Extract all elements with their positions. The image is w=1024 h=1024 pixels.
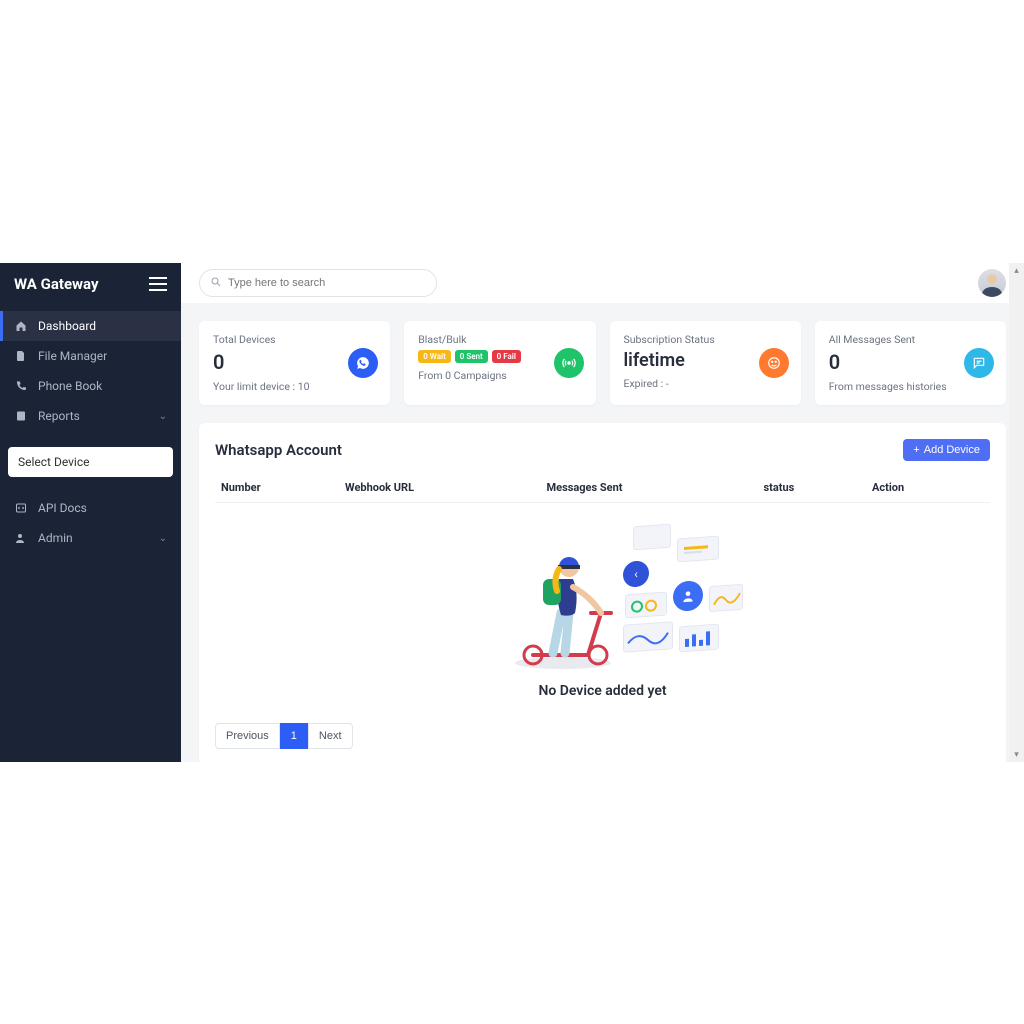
- sidebar-item-label: API Docs: [38, 501, 87, 515]
- sidebar-item-admin[interactable]: Admin ⌄: [0, 523, 181, 553]
- devices-table: Number Webhook URL Messages Sent status …: [215, 473, 990, 503]
- select-device-dropdown[interactable]: Select Device: [8, 447, 173, 477]
- stat-cards: Total Devices 0 Your limit device : 10 B…: [199, 321, 1006, 405]
- search-box[interactable]: [199, 269, 437, 297]
- sidebar-item-file-manager[interactable]: File Manager: [0, 341, 181, 371]
- broadcast-icon: [554, 348, 584, 378]
- code-icon: [14, 501, 28, 515]
- sidebar-item-label: File Manager: [38, 349, 107, 363]
- pagination-next[interactable]: Next: [308, 723, 353, 749]
- search-icon: [210, 276, 222, 291]
- main-area: Total Devices 0 Your limit device : 10 B…: [181, 263, 1024, 762]
- card-title: Subscription Status: [624, 333, 787, 346]
- file-icon: [14, 349, 28, 363]
- pagination-page-1[interactable]: 1: [280, 723, 308, 749]
- phone-icon: [14, 379, 28, 393]
- sidebar-item-label: Admin: [38, 531, 73, 545]
- card-title: Total Devices: [213, 333, 376, 346]
- smile-icon: [759, 348, 789, 378]
- sidebar-item-label: Phone Book: [38, 379, 102, 393]
- sidebar-item-phone-book[interactable]: Phone Book: [0, 371, 181, 401]
- select-device-label: Select Device: [18, 455, 90, 469]
- col-messages-sent: Messages Sent: [541, 473, 758, 503]
- sidebar: WA Gateway Dashboard File Manager: [0, 263, 181, 762]
- pagination-prev[interactable]: Previous: [215, 723, 280, 749]
- card-blast-bulk: Blast/Bulk 0 Wait 0 Sent 0 Fail From 0 C…: [404, 321, 595, 405]
- badge-fail: 0 Fail: [492, 350, 521, 363]
- pagination: Previous 1 Next: [215, 723, 990, 749]
- col-status: status: [758, 473, 867, 503]
- chevron-down-icon: ⌄: [159, 411, 167, 422]
- card-sub: From messages histories: [829, 380, 992, 393]
- col-number: Number: [215, 473, 339, 503]
- person-scooter-icon: [503, 535, 623, 670]
- card-total-devices: Total Devices 0 Your limit device : 10: [199, 321, 390, 405]
- search-input[interactable]: [228, 277, 426, 289]
- topbar: [181, 263, 1024, 303]
- col-webhook: Webhook URL: [339, 473, 541, 503]
- sidebar-item-label: Dashboard: [38, 319, 96, 333]
- brand-title: WA Gateway: [14, 275, 99, 293]
- card-subscription: Subscription Status lifetime Expired : -: [610, 321, 801, 405]
- sidebar-nav: Dashboard File Manager Phone Book Report…: [0, 305, 181, 437]
- empty-illustration: ‹: [463, 523, 743, 673]
- plus-icon: +: [913, 444, 919, 456]
- scrollbar[interactable]: ▴ ▾: [1009, 263, 1024, 762]
- message-icon: [964, 348, 994, 378]
- panel-title: Whatsapp Account: [215, 441, 342, 459]
- whatsapp-icon: [348, 348, 378, 378]
- col-action: Action: [866, 473, 990, 503]
- sidebar-nav-2: API Docs Admin ⌄: [0, 487, 181, 559]
- card-all-messages: All Messages Sent 0 From messages histor…: [815, 321, 1006, 405]
- admin-icon: [14, 531, 28, 545]
- whatsapp-account-panel: Whatsapp Account + Add Device Number Web…: [199, 423, 1006, 762]
- chevron-down-icon: ⌄: [159, 533, 167, 544]
- add-device-button[interactable]: + Add Device: [903, 439, 990, 461]
- scroll-up-icon[interactable]: ▴: [1009, 263, 1024, 278]
- panel-header: Whatsapp Account + Add Device: [215, 439, 990, 461]
- sidebar-header: WA Gateway: [0, 263, 181, 305]
- app-shell: WA Gateway Dashboard File Manager: [0, 263, 1024, 762]
- hamburger-icon[interactable]: [149, 277, 167, 291]
- card-sub: Expired : -: [624, 377, 787, 390]
- card-title: All Messages Sent: [829, 333, 992, 346]
- home-icon: [14, 319, 28, 333]
- add-device-label: Add Device: [924, 444, 980, 456]
- user-avatar[interactable]: [978, 269, 1006, 297]
- card-title: Blast/Bulk: [418, 333, 581, 346]
- sidebar-item-reports[interactable]: Reports ⌄: [0, 401, 181, 431]
- content: Total Devices 0 Your limit device : 10 B…: [181, 303, 1024, 762]
- sidebar-item-label: Reports: [38, 409, 80, 423]
- badge-sent: 0 Sent: [455, 350, 488, 363]
- sidebar-item-dashboard[interactable]: Dashboard: [0, 311, 181, 341]
- card-sub: Your limit device : 10: [213, 380, 376, 393]
- badge-wait: 0 Wait: [418, 350, 451, 363]
- scroll-down-icon[interactable]: ▾: [1009, 747, 1024, 762]
- report-icon: [14, 409, 28, 423]
- empty-state: ‹: [215, 503, 990, 709]
- empty-text: No Device added yet: [215, 683, 990, 699]
- sidebar-item-api-docs[interactable]: API Docs: [0, 493, 181, 523]
